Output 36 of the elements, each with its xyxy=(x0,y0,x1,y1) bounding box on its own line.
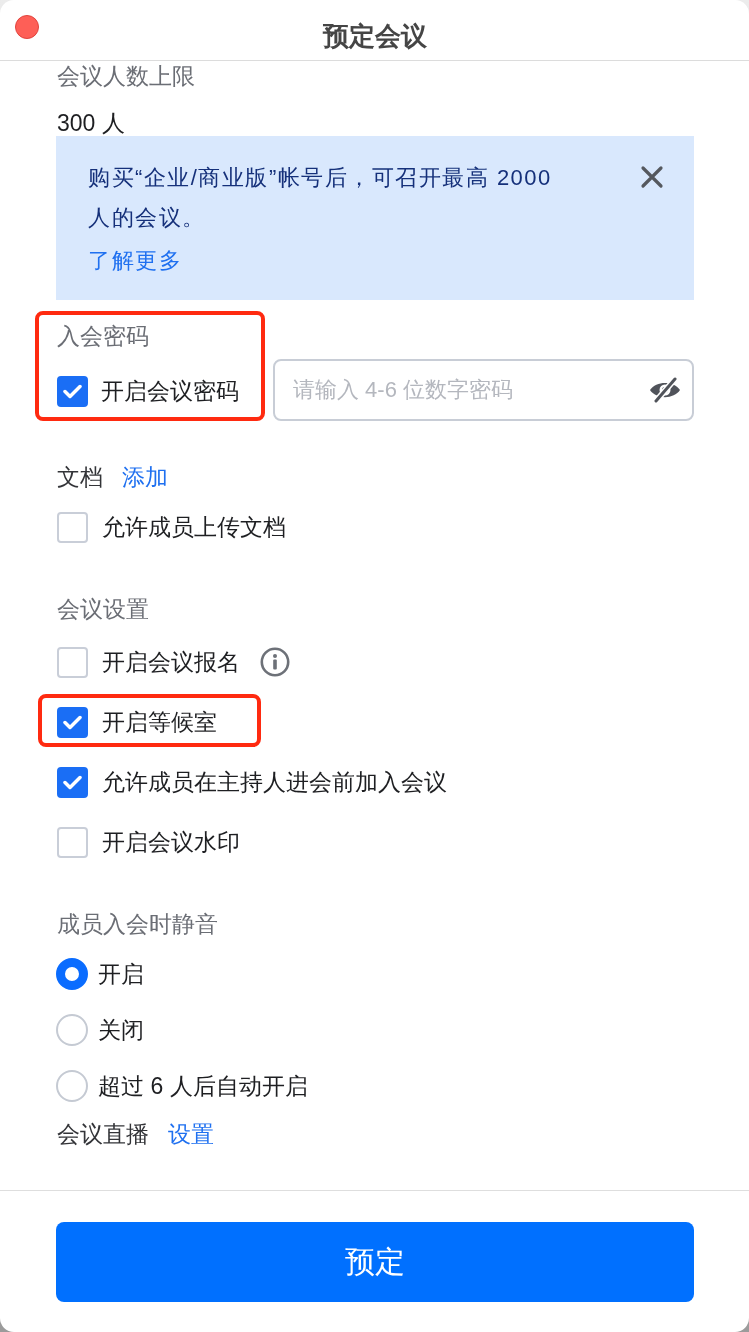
radio-label: 关闭 xyxy=(98,1016,144,1045)
checkmark-icon xyxy=(63,714,82,730)
checkbox-label: 开启会议报名 xyxy=(102,648,240,677)
checkbox[interactable] xyxy=(57,766,88,798)
password-field[interactable]: 请输入 4-6 位数字密码 xyxy=(273,359,694,421)
section-label: 会议直播 xyxy=(57,1121,149,1147)
radio-button[interactable] xyxy=(56,1014,88,1046)
checkbox[interactable] xyxy=(57,706,88,738)
capacity-value: 300 人 xyxy=(57,110,125,136)
window-close-icon[interactable] xyxy=(15,15,39,39)
checkbox-label: 开启会议密码 xyxy=(101,377,239,406)
schedule-button[interactable]: 预定 xyxy=(56,1222,694,1302)
close-icon[interactable] xyxy=(640,165,664,189)
info-icon[interactable] xyxy=(260,647,290,677)
checkbox[interactable] xyxy=(57,375,88,407)
checkbox-label: 允许成员在主持人进会前加入会议 xyxy=(102,768,447,797)
eye-slash-icon[interactable] xyxy=(648,377,682,403)
section-label: 入会密码 xyxy=(57,323,149,349)
learn-more-link[interactable]: 了解更多 xyxy=(88,241,182,281)
radio-label: 开启 xyxy=(98,960,144,989)
checkbox-label: 开启会议水印 xyxy=(102,828,240,857)
section-label: 文档 xyxy=(57,464,103,490)
checkmark-icon xyxy=(63,383,82,399)
section-label: 成员入会时静音 xyxy=(57,911,218,937)
section-label: 会议设置 xyxy=(57,596,149,622)
checkmark-icon xyxy=(63,774,82,790)
settings-link[interactable]: 设置 xyxy=(168,1121,214,1147)
add-link[interactable]: 添加 xyxy=(122,464,168,490)
dialog-title: 预定会议 xyxy=(322,19,427,53)
checkbox-label: 允许成员上传文档 xyxy=(102,513,286,542)
radio-label: 超过 6 人后自动开启 xyxy=(98,1072,308,1101)
radio-button[interactable] xyxy=(56,958,88,990)
field-label: 会议人数上限 xyxy=(57,63,195,89)
radio-button[interactable] xyxy=(56,1070,88,1102)
checkbox-label: 开启等候室 xyxy=(102,708,217,737)
banner-message: 购买“企业/商业版”帐号后，可召开最高 2000 人的会议。 xyxy=(88,164,553,232)
